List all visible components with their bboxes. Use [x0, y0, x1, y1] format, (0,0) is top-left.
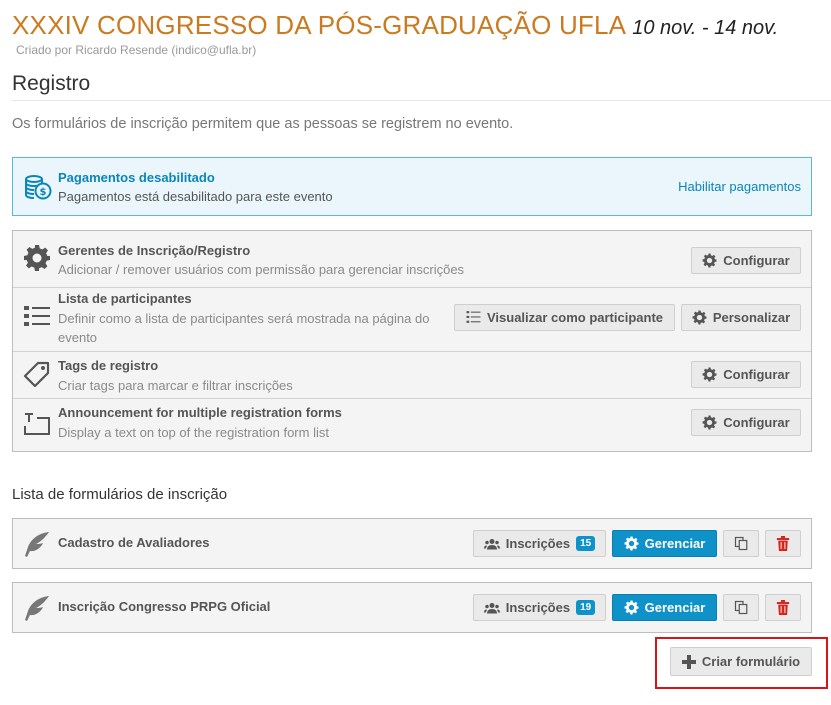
button-label: Gerenciar	[644, 600, 706, 615]
button-label: Gerenciar	[644, 536, 706, 551]
created-by: Criado por Ricardo Resende (indico@ufla.…	[16, 43, 257, 57]
setting-row-participant-list: Lista de participantes Definir como a li…	[13, 287, 811, 351]
setting-row-tags: Tags de registro Criar tags para marcar …	[13, 351, 811, 398]
manage-button[interactable]: Gerenciar	[612, 594, 717, 621]
enable-payments-link[interactable]: Habilitar pagamentos	[678, 179, 801, 194]
delete-form-button[interactable]	[765, 594, 801, 621]
registration-form-row: Cadastro de Avaliadores Inscrições 15 Ge…	[12, 518, 812, 569]
trash-icon	[776, 600, 790, 615]
setting-title: Announcement for multiple registration f…	[58, 405, 342, 420]
payments-title: Pagamentos desabilitado	[58, 170, 215, 185]
list-icon	[466, 311, 481, 323]
configure-tags-button[interactable]: Configurar	[691, 361, 801, 388]
tag-icon	[23, 361, 50, 388]
configure-managers-button[interactable]: Configurar	[691, 247, 801, 274]
page-title: Registro	[12, 72, 91, 95]
copy-form-button[interactable]	[723, 530, 759, 557]
feather-icon	[25, 596, 49, 621]
form-name[interactable]: Inscrição Congresso PRPG Oficial	[58, 599, 270, 614]
registrations-count-badge: 19	[576, 600, 596, 615]
button-label: Configurar	[723, 415, 790, 430]
coins-icon: $	[25, 175, 52, 200]
button-label: Personalizar	[712, 310, 791, 325]
registrations-count-badge: 15	[576, 536, 596, 551]
configure-announcement-button[interactable]: Configurar	[691, 409, 801, 436]
gear-icon	[624, 536, 639, 551]
setting-row-managers: Gerentes de Inscrição/Registro Adicionar…	[13, 231, 811, 279]
users-icon	[483, 602, 500, 613]
gear-icon	[702, 253, 717, 268]
registration-settings-panel: Gerentes de Inscrição/Registro Adicionar…	[12, 230, 812, 452]
button-label: Visualizar como participante	[486, 310, 664, 325]
button-label: Criar formulário	[701, 654, 801, 669]
registrations-button[interactable]: Inscrições 15	[473, 530, 606, 557]
copy-icon	[734, 536, 747, 551]
plus-icon	[681, 654, 696, 669]
delete-form-button[interactable]	[765, 530, 801, 557]
create-form-button[interactable]: Criar formulário	[670, 647, 812, 676]
gear-icon	[702, 415, 717, 430]
copy-form-button[interactable]	[723, 594, 759, 621]
button-label: Configurar	[723, 253, 790, 268]
gear-icon	[692, 310, 707, 325]
gear-icon	[702, 367, 717, 382]
gear-icon	[624, 600, 639, 615]
payments-disabled-panel: $ Pagamentos desabilitado Pagamentos est…	[12, 157, 812, 216]
setting-row-announcement: Announcement for multiple registration f…	[13, 398, 811, 451]
customize-button[interactable]: Personalizar	[681, 304, 801, 331]
event-dates: 10 nov. - 14 nov.	[632, 17, 779, 39]
setting-subtitle: Adicionar / remover usuários com permiss…	[58, 262, 465, 277]
setting-title: Tags de registro	[58, 358, 159, 373]
setting-subtitle: Display a text on top of the registratio…	[58, 425, 329, 440]
registration-form-row: Inscrição Congresso PRPG Oficial Inscriç…	[12, 582, 812, 633]
trash-icon	[776, 536, 790, 551]
manage-button[interactable]: Gerenciar	[612, 530, 717, 557]
forms-list-title: Lista de formulários de inscrição	[12, 486, 228, 503]
button-label: Configurar	[723, 367, 790, 382]
registrations-button[interactable]: Inscrições 19	[473, 594, 606, 621]
setting-title: Lista de participantes	[58, 291, 192, 306]
list-icon	[24, 306, 50, 326]
gear-icon	[24, 245, 50, 271]
svg-text:$: $	[40, 187, 47, 198]
copy-icon	[734, 600, 747, 615]
text-field-icon	[24, 413, 50, 435]
page-description: Os formulários de inscrição permitem que…	[12, 116, 514, 132]
setting-subtitle: Criar tags para marcar e filtrar inscriç…	[58, 378, 293, 393]
event-title[interactable]: XXXIV CONGRESSO DA PÓS-GRADUAÇÃO UFLA	[12, 10, 626, 40]
view-as-participant-button[interactable]: Visualizar como participante	[454, 304, 675, 331]
setting-title: Gerentes de Inscrição/Registro	[58, 243, 251, 258]
event-header: XXXIV CONGRESSO DA PÓS-GRADUAÇÃO UFLA 10 …	[12, 10, 827, 57]
payments-subtitle: Pagamentos está desabilitado para este e…	[58, 189, 333, 204]
form-name[interactable]: Cadastro de Avaliadores	[58, 535, 209, 550]
setting-subtitle: Definir como a lista de participantes se…	[58, 311, 430, 345]
button-label: Inscrições	[505, 600, 571, 615]
feather-icon	[25, 532, 49, 557]
users-icon	[483, 538, 500, 549]
title-divider	[12, 100, 831, 101]
button-label: Inscrições	[505, 536, 571, 551]
